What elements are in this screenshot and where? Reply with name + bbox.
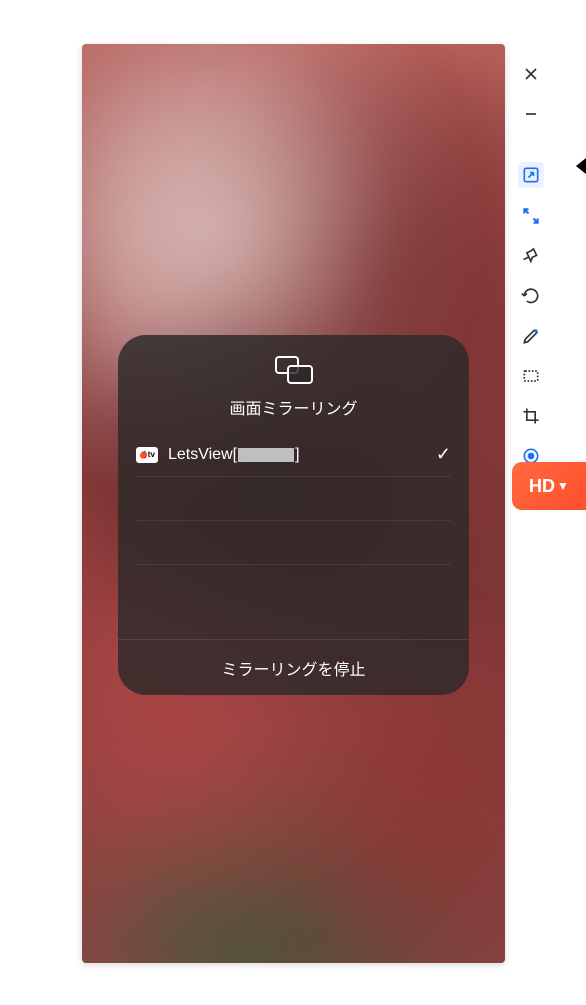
device-name: LetsView[] <box>168 446 426 464</box>
device-row-empty <box>136 565 451 609</box>
rectangle-select-button[interactable] <box>519 364 543 388</box>
device-list: 🍎tv LetsView[] ✓ <box>118 433 469 639</box>
device-row-empty <box>136 521 451 565</box>
panel-title: 画面ミラーリング <box>229 395 357 419</box>
hd-quality-button[interactable]: HD ▼ <box>512 462 586 510</box>
fit-screen-button[interactable] <box>518 162 544 188</box>
screen-mirroring-icon <box>274 355 314 385</box>
device-row-letsview[interactable]: 🍎tv LetsView[] ✓ <box>136 433 451 477</box>
minimize-button[interactable] <box>519 102 543 126</box>
device-row-empty <box>136 477 451 521</box>
checkmark-icon: ✓ <box>436 444 451 465</box>
stop-mirroring-button[interactable]: ミラーリングを停止 <box>221 656 365 680</box>
hd-label: HD <box>529 476 555 497</box>
chevron-down-icon: ▼ <box>557 479 569 493</box>
crop-button[interactable] <box>519 404 543 428</box>
close-button[interactable] <box>519 62 543 86</box>
screen-mirroring-panel: 画面ミラーリング 🍎tv LetsView[] ✓ ミラーリングを停止 <box>118 335 469 695</box>
redacted-text <box>238 448 294 462</box>
apple-tv-icon: 🍎tv <box>136 447 158 463</box>
phone-screen: 画面ミラーリング 🍎tv LetsView[] ✓ ミラーリングを停止 <box>82 44 505 963</box>
panel-footer: ミラーリングを停止 <box>118 639 469 695</box>
side-indicator-icon[interactable] <box>576 158 586 174</box>
panel-header: 画面ミラーリング <box>118 335 469 433</box>
app-toolbar <box>513 62 549 468</box>
edit-button[interactable] <box>519 324 543 348</box>
rotate-button[interactable] <box>519 284 543 308</box>
pin-button[interactable] <box>519 244 543 268</box>
fullscreen-button[interactable] <box>519 204 543 228</box>
